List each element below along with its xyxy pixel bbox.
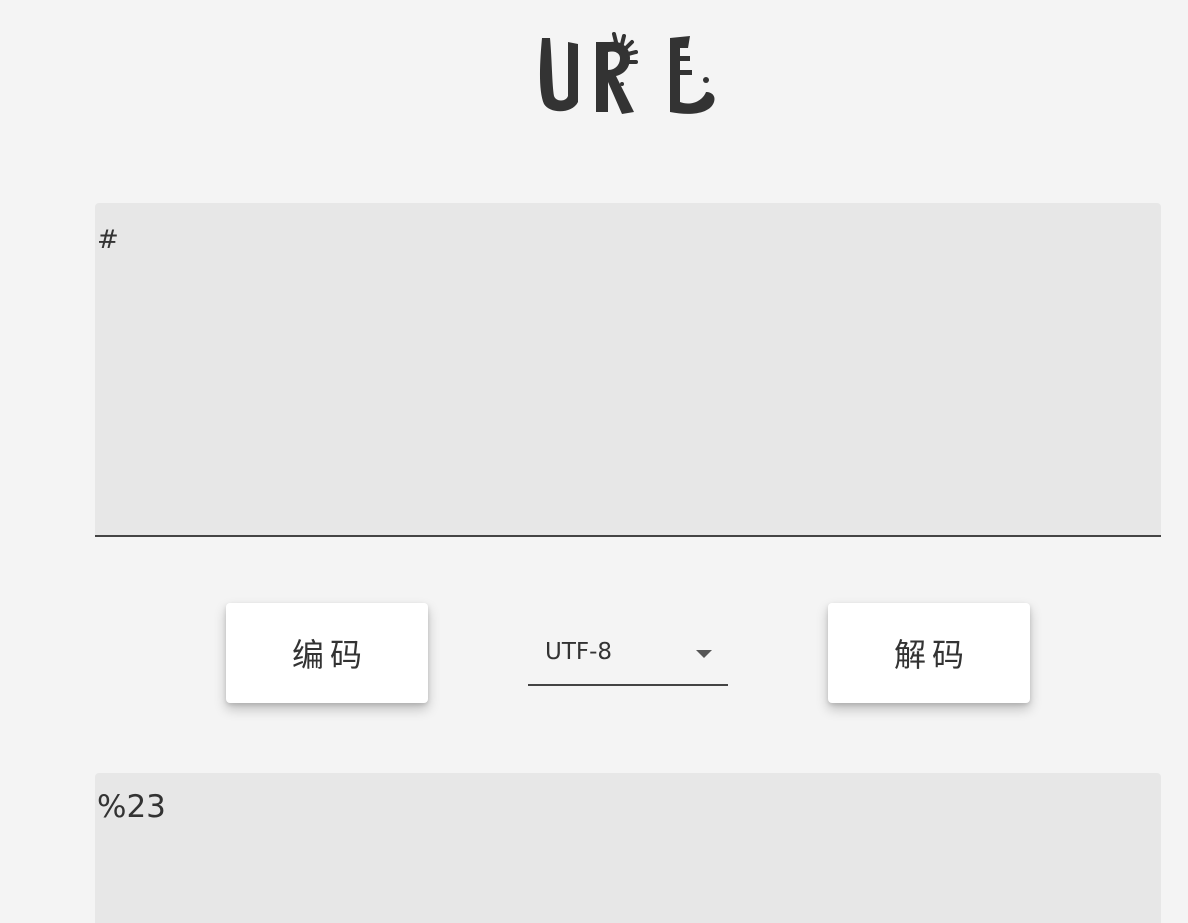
chevron-down-icon — [696, 650, 712, 658]
input-text-container: # — [95, 203, 1161, 537]
decode-button[interactable]: 解码 — [828, 603, 1030, 703]
url-logo — [540, 32, 715, 114]
encode-button[interactable]: 编码 — [226, 603, 428, 703]
charset-select-value: UTF-8 — [545, 639, 613, 665]
charset-select[interactable]: UTF-8 — [528, 625, 728, 686]
input-textarea[interactable]: # — [95, 203, 1161, 535]
output-text-container: %23 — [95, 773, 1161, 923]
output-textarea[interactable]: %23 — [95, 773, 1161, 923]
url-encoder-page: # 编码 UTF-8 解码 %23 — [0, 0, 1188, 923]
